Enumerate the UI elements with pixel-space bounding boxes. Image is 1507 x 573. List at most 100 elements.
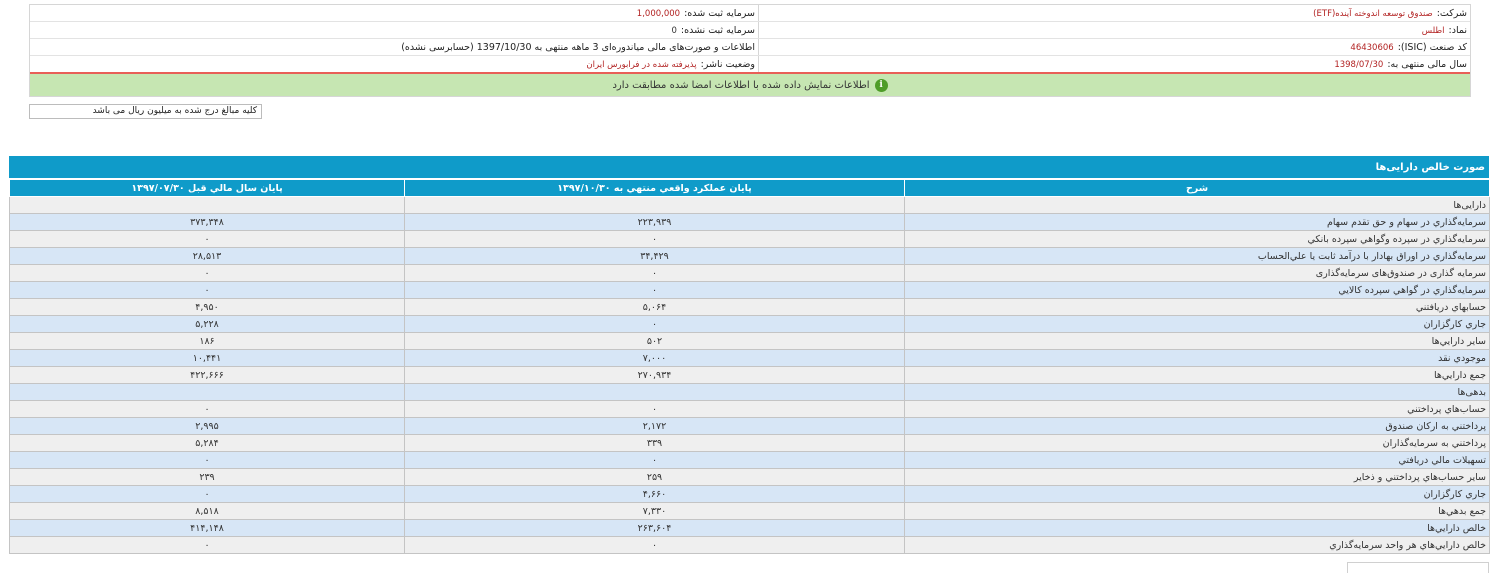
- row-current-value: ۰: [404, 230, 905, 248]
- info-value: 1398/07/30: [1334, 59, 1384, 70]
- row-label: جمع دارايي‌ها: [904, 366, 1490, 384]
- row-current-value: ۰: [404, 451, 905, 469]
- table-row: پرداختني به ارکان صندوق ۲,۱۷۲ ۲,۹۹۵: [9, 417, 1490, 435]
- info-row: شرکت:صندوق توسعه اندوخته آینده(ETF) سرمای…: [30, 5, 1470, 22]
- row-label: تسهيلات مالي دريافتي: [904, 451, 1490, 469]
- row-current-value: ۲,۱۷۲: [404, 417, 905, 435]
- table-row: حساب‌هاي پرداختني ۰ ۰: [9, 400, 1490, 418]
- info-cell-right: نماد:اطلس: [758, 21, 1470, 39]
- table-row: ساير حساب‌هاي پرداختني و ذخاير ۲۵۹ ۲۳۹: [9, 468, 1490, 486]
- info-label: شرکت:: [1436, 7, 1467, 19]
- row-current-value: ۰: [404, 264, 905, 282]
- info-row: کد صنعت (ISIC):46430606 اطلاعات و صورت‌ها…: [30, 38, 1470, 56]
- info-label: کد صنعت (ISIC):: [1397, 41, 1467, 53]
- row-label: ساير دارايي‌ها: [904, 332, 1490, 350]
- table-header-row: شرح پايان عملکرد واقعي منتهي به ۱۳۹۷/۱۰/…: [9, 179, 1490, 197]
- row-previous-value: ۱۸۶: [9, 332, 405, 350]
- row-previous-value: [9, 383, 405, 401]
- info-label: سرمایه ثبت شده:: [684, 7, 755, 19]
- row-label: پرداختني به ارکان صندوق: [904, 417, 1490, 435]
- row-current-value: ۰: [404, 536, 905, 554]
- company-info-panel: شرکت:صندوق توسعه اندوخته آینده(ETF) سرمای…: [29, 4, 1471, 97]
- row-current-value: ۳۴,۴۲۹: [404, 247, 905, 265]
- net-assets-report: صورت خالص دارایی‌ها شرح پايان عملکرد واق…: [9, 156, 1490, 554]
- row-current-value: ۲۶۳,۶۰۴: [404, 519, 905, 537]
- table-row: سرمایه گذاری در صندوق‌های سرمایه‌گذاری ۰ ۰: [9, 264, 1490, 282]
- info-value: اطلس: [1421, 25, 1445, 36]
- table-row: سرمايه‌گذاري در اوراق بهادار با درآمد ثا…: [9, 247, 1490, 265]
- row-current-value: [404, 196, 905, 214]
- row-label: ساير حساب‌هاي پرداختني و ذخاير: [904, 468, 1490, 486]
- info-cell-right: سال مالی منتهی به:1398/07/30: [758, 55, 1470, 74]
- info-cell-right: کد صنعت (ISIC):46430606: [758, 38, 1470, 56]
- info-label: سرمایه ثبت نشده:: [680, 24, 755, 36]
- row-label: سرمايه‌گذاري در اوراق بهادار با درآمد ثا…: [904, 247, 1490, 265]
- info-cell-left: وضعیت ناشر:پذیرفته شده در فرابورس ایران: [30, 55, 759, 74]
- row-previous-value: ۸,۵۱۸: [9, 502, 405, 520]
- row-label: موجودي نقد: [904, 349, 1490, 367]
- row-previous-value: ۴۱۴,۱۴۸: [9, 519, 405, 537]
- row-previous-value: ۳۷۳,۳۴۸: [9, 213, 405, 231]
- row-label: پرداختني به سرمايه‌گذاران: [904, 434, 1490, 452]
- row-current-value: ۷,۳۳۰: [404, 502, 905, 520]
- row-previous-value: ۵,۲۸۴: [9, 434, 405, 452]
- row-previous-value: ۴۲۲,۶۶۶: [9, 366, 405, 384]
- table-row: سرمايه‌گذاري در سهام و حق تقدم سهام ۲۲۳,۹…: [9, 213, 1490, 231]
- row-previous-value: ۲۸,۵۱۳: [9, 247, 405, 265]
- table-row: جمع دارايي‌ها ۲۷۰,۹۳۴ ۴۲۲,۶۶۶: [9, 366, 1490, 384]
- footer-box: [1347, 562, 1489, 573]
- company-info-table: شرکت:صندوق توسعه اندوخته آینده(ETF) سرمای…: [30, 5, 1470, 74]
- info-label: اطلاعات و صورت‌های مالی میاندوره‌ای 3 ما…: [401, 41, 755, 53]
- row-current-value: ۷,۰۰۰: [404, 349, 905, 367]
- row-label: خالص دارايي‌ها: [904, 519, 1490, 537]
- row-previous-value: ۴,۹۵۰: [9, 298, 405, 316]
- row-label: حساب‌هاي پرداختني: [904, 400, 1490, 418]
- column-header-current-period: پايان عملکرد واقعي منتهي به ۱۳۹۷/۱۰/۳۰: [404, 179, 905, 197]
- row-current-value: ۵,۰۶۴: [404, 298, 905, 316]
- row-previous-value: ۵,۲۲۸: [9, 315, 405, 333]
- row-previous-value: ۱۰,۴۴۱: [9, 349, 405, 367]
- row-label: دارایی‌ها: [904, 196, 1490, 214]
- info-cell-right: شرکت:صندوق توسعه اندوخته آینده(ETF): [758, 5, 1470, 22]
- row-label: جاري کارگزاران: [904, 315, 1490, 333]
- table-row: جاري کارگزاران ۰ ۵,۲۲۸: [9, 315, 1490, 333]
- column-header-description: شرح: [904, 179, 1490, 197]
- row-previous-value: ۰: [9, 536, 405, 554]
- info-icon: i: [874, 78, 888, 92]
- row-label: سرمایه گذاری در صندوق‌های سرمایه‌گذاری: [904, 264, 1490, 282]
- info-row: سال مالی منتهی به:1398/07/30 وضعیت ناشر:پ…: [30, 55, 1470, 74]
- row-current-value: ۲۵۹: [404, 468, 905, 486]
- row-previous-value: ۰: [9, 281, 405, 299]
- table-row: سرمايه‌گذاري در گواهي سپرده کالايي ۰ ۰: [9, 281, 1490, 299]
- row-label: خالص دارايي‌هاي هر واحد سرمايه‌گذاري: [904, 536, 1490, 554]
- row-current-value: ۲۷۰,۹۳۴: [404, 366, 905, 384]
- row-previous-value: ۲,۹۹۵: [9, 417, 405, 435]
- row-previous-value: ۰: [9, 264, 405, 282]
- table-row: پرداختني به سرمايه‌گذاران ۳۳۹ ۵,۲۸۴: [9, 434, 1490, 452]
- report-title: صورت خالص دارایی‌ها: [9, 156, 1489, 178]
- row-label: حسابهاي دريافتني: [904, 298, 1490, 316]
- table-row: جمع بدهي‌ها ۷,۳۳۰ ۸,۵۱۸: [9, 502, 1490, 520]
- net-assets-table: شرح پايان عملکرد واقعي منتهي به ۱۳۹۷/۱۰/…: [9, 179, 1490, 554]
- row-label: سرمايه‌گذاري در سپرده وگواهي سپرده بانکي: [904, 230, 1490, 248]
- row-current-value: [404, 383, 905, 401]
- units-note: کلیه مبالغ درج شده به میلیون ریال می باش…: [29, 104, 262, 119]
- info-cell-left: سرمایه ثبت نشده:0: [30, 21, 759, 39]
- info-cell-left: اطلاعات و صورت‌های مالی میاندوره‌ای 3 ما…: [30, 38, 759, 56]
- row-previous-value: [9, 196, 405, 214]
- row-current-value: ۰: [404, 281, 905, 299]
- info-value: 1,000,000: [636, 8, 681, 19]
- row-label: بدهی‌ها: [904, 383, 1490, 401]
- signature-notice-text: اطلاعات نمایش داده شده با اطلاعات امضا ش…: [612, 79, 870, 91]
- row-previous-value: ۰: [9, 400, 405, 418]
- row-previous-value: ۰: [9, 230, 405, 248]
- row-current-value: ۴,۶۶۰: [404, 485, 905, 503]
- info-label: سال مالی منتهی به:: [1387, 58, 1467, 70]
- table-row: دارایی‌ها: [9, 196, 1490, 214]
- row-current-value: ۰: [404, 400, 905, 418]
- table-row: جاري کارگزاران ۴,۶۶۰ ۰: [9, 485, 1490, 503]
- table-row: ساير دارايي‌ها ۵۰۲ ۱۸۶: [9, 332, 1490, 350]
- row-label: جاري کارگزاران: [904, 485, 1490, 503]
- column-header-previous-year: پايان سال مالي قبل ۱۳۹۷/۰۷/۳۰: [9, 179, 405, 197]
- table-row: موجودي نقد ۷,۰۰۰ ۱۰,۴۴۱: [9, 349, 1490, 367]
